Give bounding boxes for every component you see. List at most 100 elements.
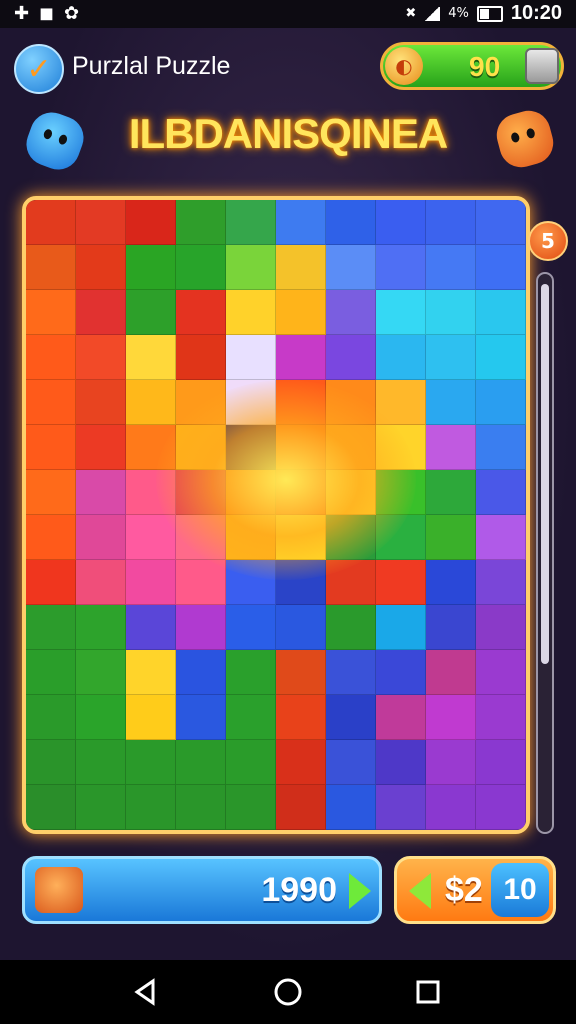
puzzle-piece[interactable]: [126, 740, 176, 785]
puzzle-piece[interactable]: [76, 740, 126, 785]
puzzle-piece[interactable]: [476, 380, 526, 425]
puzzle-piece[interactable]: [376, 785, 426, 830]
puzzle-piece[interactable]: [76, 425, 126, 470]
puzzle-piece[interactable]: [176, 560, 226, 605]
puzzle-piece[interactable]: [76, 605, 126, 650]
puzzle-grid[interactable]: [26, 200, 526, 830]
puzzle-piece[interactable]: [326, 605, 376, 650]
puzzle-piece[interactable]: [326, 425, 376, 470]
puzzle-piece[interactable]: [26, 740, 76, 785]
puzzle-piece[interactable]: [176, 290, 226, 335]
puzzle-piece[interactable]: [326, 380, 376, 425]
puzzle-piece[interactable]: [126, 560, 176, 605]
puzzle-piece[interactable]: [426, 380, 476, 425]
puzzle-piece[interactable]: [276, 380, 326, 425]
puzzle-piece[interactable]: [376, 515, 426, 560]
puzzle-piece[interactable]: [376, 740, 426, 785]
puzzle-piece[interactable]: [476, 335, 526, 380]
puzzle-piece[interactable]: [226, 290, 276, 335]
puzzle-piece[interactable]: [476, 200, 526, 245]
puzzle-piece[interactable]: [76, 695, 126, 740]
puzzle-piece[interactable]: [26, 515, 76, 560]
arrow-left-icon[interactable]: [409, 873, 431, 909]
puzzle-piece[interactable]: [326, 740, 376, 785]
puzzle-piece[interactable]: [326, 335, 376, 380]
puzzle-piece[interactable]: [376, 650, 426, 695]
puzzle-piece[interactable]: [326, 245, 376, 290]
coin-counter[interactable]: ◐ 90: [380, 42, 564, 90]
puzzle-piece[interactable]: [26, 335, 76, 380]
puzzle-piece[interactable]: [176, 650, 226, 695]
puzzle-piece[interactable]: [76, 515, 126, 560]
scrollbar-thumb[interactable]: [541, 284, 549, 664]
puzzle-piece[interactable]: [176, 470, 226, 515]
puzzle-piece[interactable]: [26, 605, 76, 650]
puzzle-piece[interactable]: [426, 245, 476, 290]
puzzle-piece[interactable]: [226, 785, 276, 830]
puzzle-piece[interactable]: [26, 290, 76, 335]
puzzle-piece[interactable]: [226, 560, 276, 605]
puzzle-piece[interactable]: [476, 695, 526, 740]
puzzle-piece[interactable]: [126, 200, 176, 245]
puzzle-piece[interactable]: [276, 290, 326, 335]
puzzle-piece[interactable]: [276, 200, 326, 245]
puzzle-piece[interactable]: [26, 380, 76, 425]
puzzle-piece[interactable]: [26, 200, 76, 245]
puzzle-piece[interactable]: [226, 740, 276, 785]
puzzle-piece[interactable]: [176, 785, 226, 830]
puzzle-piece[interactable]: [176, 200, 226, 245]
puzzle-piece[interactable]: [376, 605, 426, 650]
puzzle-piece[interactable]: [426, 785, 476, 830]
puzzle-piece[interactable]: [176, 245, 226, 290]
puzzle-piece[interactable]: [276, 515, 326, 560]
puzzle-piece[interactable]: [476, 740, 526, 785]
puzzle-piece[interactable]: [26, 785, 76, 830]
puzzle-piece[interactable]: [76, 380, 126, 425]
puzzle-piece[interactable]: [226, 470, 276, 515]
puzzle-piece[interactable]: [276, 695, 326, 740]
puzzle-piece[interactable]: [426, 470, 476, 515]
puzzle-piece[interactable]: [476, 650, 526, 695]
puzzle-piece[interactable]: [76, 470, 126, 515]
puzzle-piece[interactable]: [76, 335, 126, 380]
puzzle-piece[interactable]: [476, 785, 526, 830]
puzzle-piece[interactable]: [326, 695, 376, 740]
scrollbar[interactable]: [536, 272, 554, 834]
puzzle-piece[interactable]: [226, 425, 276, 470]
home-icon[interactable]: [270, 974, 306, 1010]
puzzle-piece[interactable]: [276, 785, 326, 830]
puzzle-piece[interactable]: [26, 560, 76, 605]
puzzle-piece[interactable]: [376, 245, 426, 290]
puzzle-piece[interactable]: [226, 650, 276, 695]
puzzle-board[interactable]: [22, 196, 530, 834]
puzzle-piece[interactable]: [26, 425, 76, 470]
puzzle-piece[interactable]: [126, 515, 176, 560]
puzzle-piece[interactable]: [326, 785, 376, 830]
puzzle-piece[interactable]: [276, 650, 326, 695]
puzzle-piece[interactable]: [326, 290, 376, 335]
puzzle-piece[interactable]: [426, 560, 476, 605]
puzzle-piece[interactable]: [276, 335, 326, 380]
puzzle-piece[interactable]: [126, 290, 176, 335]
puzzle-piece[interactable]: [376, 290, 426, 335]
puzzle-piece[interactable]: [76, 245, 126, 290]
puzzle-piece[interactable]: [376, 695, 426, 740]
puzzle-piece[interactable]: [126, 335, 176, 380]
check-icon[interactable]: ✓: [14, 44, 64, 94]
puzzle-piece[interactable]: [276, 425, 326, 470]
puzzle-piece[interactable]: [76, 650, 126, 695]
puzzle-piece[interactable]: [76, 785, 126, 830]
puzzle-piece[interactable]: [176, 515, 226, 560]
puzzle-piece[interactable]: [126, 470, 176, 515]
puzzle-piece[interactable]: [376, 425, 426, 470]
puzzle-piece[interactable]: [26, 470, 76, 515]
level-badge[interactable]: 5: [528, 221, 568, 261]
puzzle-piece[interactable]: [476, 470, 526, 515]
puzzle-piece[interactable]: [226, 605, 276, 650]
puzzle-piece[interactable]: [326, 515, 376, 560]
puzzle-piece[interactable]: [476, 245, 526, 290]
puzzle-piece[interactable]: [126, 605, 176, 650]
puzzle-piece[interactable]: [226, 695, 276, 740]
puzzle-piece[interactable]: [426, 425, 476, 470]
puzzle-piece[interactable]: [426, 200, 476, 245]
